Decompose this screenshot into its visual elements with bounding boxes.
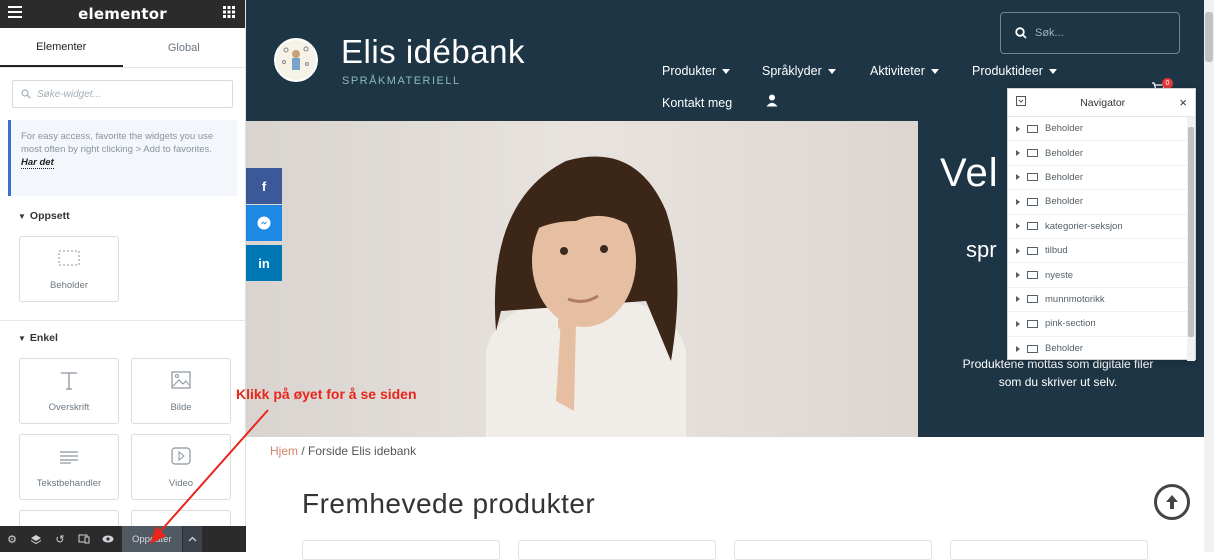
annotation-arrow xyxy=(150,409,269,544)
